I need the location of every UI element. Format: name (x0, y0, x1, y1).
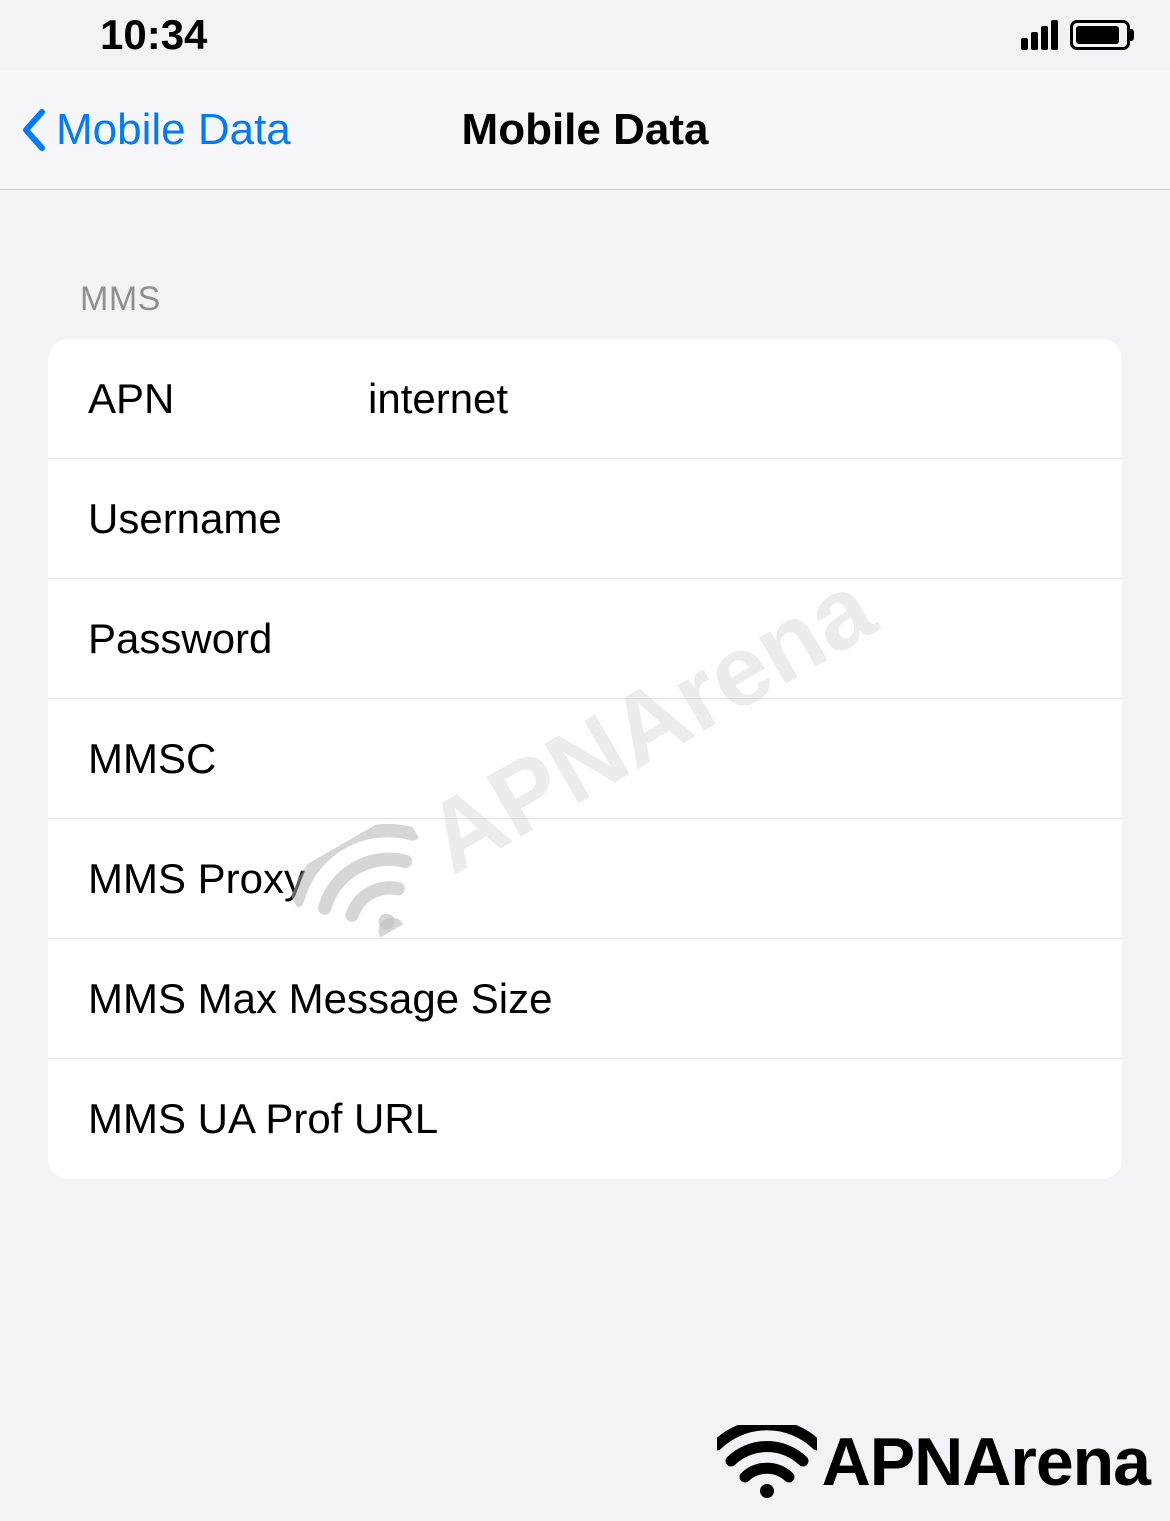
chevron-left-icon (20, 108, 46, 152)
cellular-signal-icon (1021, 20, 1058, 50)
back-label: Mobile Data (56, 105, 291, 155)
username-label: Username (88, 495, 368, 543)
apnarena-logo: APNArena (717, 1423, 1150, 1501)
password-label: Password (88, 615, 368, 663)
status-indicators (1021, 20, 1130, 50)
mms-proxy-label: MMS Proxy (88, 855, 305, 903)
navigation-bar: Mobile Data Mobile Data (0, 70, 1170, 190)
password-row[interactable]: Password (48, 579, 1122, 699)
apn-input[interactable] (368, 375, 1082, 423)
mms-max-size-input[interactable] (552, 975, 1093, 1023)
mms-proxy-row[interactable]: MMS Proxy (48, 819, 1122, 939)
page-title: Mobile Data (462, 105, 709, 155)
mms-max-size-row[interactable]: MMS Max Message Size (48, 939, 1122, 1059)
mmsc-label: MMSC (88, 735, 368, 783)
section-header-mms: MMS (48, 190, 1122, 339)
status-time: 10:34 (100, 11, 207, 59)
mms-max-size-label: MMS Max Message Size (88, 975, 552, 1023)
status-bar: 10:34 (0, 0, 1170, 70)
apn-label: APN (88, 375, 368, 423)
mms-ua-prof-input[interactable] (438, 1095, 1082, 1143)
username-input[interactable] (368, 495, 1082, 543)
back-button[interactable]: Mobile Data (20, 105, 291, 155)
mmsc-input[interactable] (368, 735, 1082, 783)
mms-ua-prof-label: MMS UA Prof URL (88, 1095, 438, 1143)
mms-ua-prof-row[interactable]: MMS UA Prof URL (48, 1059, 1122, 1179)
apn-row[interactable]: APN (48, 339, 1122, 459)
battery-icon (1070, 20, 1130, 50)
password-input[interactable] (368, 615, 1082, 663)
username-row[interactable]: Username (48, 459, 1122, 579)
mmsc-row[interactable]: MMSC (48, 699, 1122, 819)
mms-proxy-input[interactable] (305, 855, 1082, 903)
wifi-icon (717, 1425, 817, 1500)
mms-settings-group: APN Username Password MMSC MMS Proxy MMS… (48, 339, 1122, 1179)
